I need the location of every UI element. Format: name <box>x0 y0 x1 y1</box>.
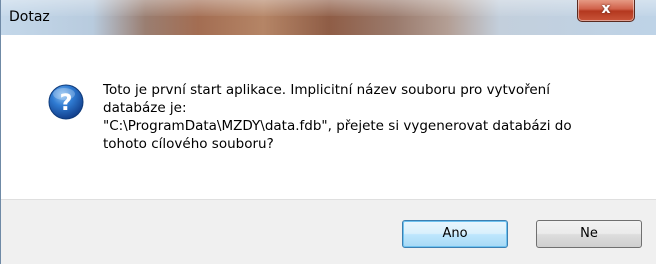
close-button[interactable]: x <box>577 0 635 22</box>
yes-button[interactable]: Ano <box>402 220 508 248</box>
button-bar: Ano Ne <box>1 199 656 264</box>
dialog-message: Toto je první start aplikace. Implicitní… <box>103 82 572 152</box>
svg-text:?: ? <box>60 91 73 116</box>
question-icon: ? <box>48 84 84 120</box>
window-title: Dotaz <box>9 9 50 25</box>
no-button[interactable]: Ne <box>536 220 642 248</box>
close-icon: x <box>601 1 611 17</box>
dialog-content: ? Toto je první start aplikace. Implicit… <box>1 35 656 199</box>
title-bar[interactable]: Dotaz x <box>1 0 656 35</box>
dialog-window: Dotaz x ? Toto je první start aplikace. … <box>0 0 656 264</box>
